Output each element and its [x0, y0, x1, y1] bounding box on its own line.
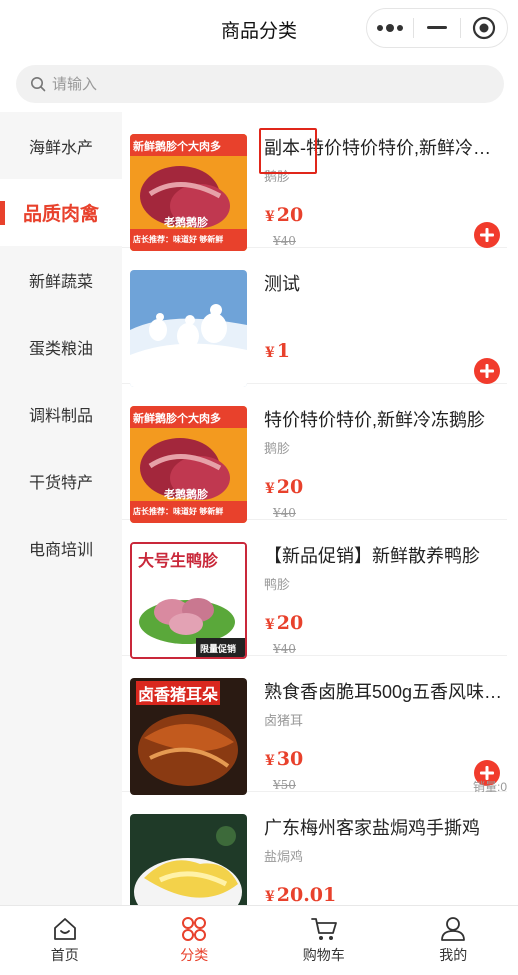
category-label: 电商培训 — [28, 541, 93, 559]
image-caption: 老鹅鹅胗 — [164, 489, 208, 501]
product-image: 新鲜鹅胗个大肉多 老鹅鹅胗 店长推荐：味道好 够新鲜 — [130, 134, 247, 251]
close-button[interactable] — [461, 9, 507, 47]
bottom-tab-bar: 首页 分类 购物车 我的 — [0, 905, 518, 975]
product-price: ¥20 — [265, 204, 303, 226]
price-value: 1 — [276, 340, 290, 362]
image-caption: 新鲜鹅胗个大肉多 — [133, 141, 221, 153]
category-label: 海鲜水产 — [28, 139, 93, 157]
product-subtitle: 鹅胗 — [264, 441, 291, 456]
add-to-cart-button[interactable] — [474, 222, 500, 248]
mini-program-capsule — [366, 8, 508, 48]
tab-category[interactable]: 分类 — [130, 906, 260, 975]
user-icon — [441, 917, 466, 941]
currency-symbol: ¥ — [265, 753, 275, 769]
tab-home[interactable]: 首页 — [0, 906, 130, 975]
search-input[interactable] — [52, 75, 432, 93]
product-name: 广东梅州客家盐焗鸡手撕鸡 — [264, 818, 480, 838]
original-price: ¥40 — [273, 642, 296, 656]
home-icon — [53, 918, 76, 940]
category-label: 调料制品 — [28, 407, 93, 425]
product-image: 卤香猪耳朵 — [130, 678, 247, 795]
category-label: 干货特产 — [28, 474, 93, 492]
tab-cart[interactable]: 购物车 — [259, 906, 389, 975]
image-caption: 店长推荐：味道好 够新鲜 — [133, 235, 224, 244]
category-item-seafood[interactable]: 海鲜水产 — [0, 112, 122, 179]
product-price: ¥20 — [265, 476, 303, 498]
product-price: ¥30 — [265, 748, 303, 770]
more-dots-icon — [377, 24, 403, 32]
category-sidebar: 海鲜水产 品质肉禽 新鲜蔬菜 蛋类粮油 调料制品 干货特产 电商培训 — [0, 112, 122, 905]
search-bar — [0, 56, 518, 112]
product-item[interactable]: 大号生鸭胗 限量促销 【新品促销】新鲜散养鸭胗 鸭胗 ¥20 ¥40 — [122, 520, 507, 659]
tab-label: 分类 — [180, 947, 209, 963]
snow-birds-photo — [130, 270, 247, 387]
tab-label: 我的 — [439, 947, 468, 963]
original-price: ¥40 — [273, 506, 296, 520]
product-subtitle: 鸭胗 — [264, 577, 291, 592]
tab-label: 购物车 — [302, 947, 345, 963]
currency-symbol: ¥ — [265, 209, 275, 225]
image-badge: 限量促销 — [200, 644, 237, 654]
product-item[interactable]: 新鲜鹅胗个大肉多 老鹅鹅胗 店长推荐：味道好 够新鲜 特价特价特价,新鲜冷冻鹅胗… — [122, 384, 507, 523]
product-name: 特价特价特价,新鲜冷冻鹅胗 — [264, 410, 485, 430]
category-item-ecommerce-training[interactable]: 电商培训 — [0, 514, 122, 581]
category-label: 蛋类粮油 — [28, 340, 93, 358]
product-name: 测试 — [264, 274, 300, 294]
search-box[interactable] — [16, 65, 504, 103]
product-item[interactable]: 卤香猪耳朵 熟食香卤脆耳500g五香风味猪耳朵 卤猪耳 ¥30 ¥50 销量:0 — [122, 656, 507, 795]
product-item[interactable]: 测试 ¥1 — [122, 248, 507, 387]
price-value: 20 — [276, 204, 304, 226]
product-image: 大号生鸭胗 限量促销 — [130, 542, 247, 659]
add-to-cart-button[interactable] — [474, 358, 500, 384]
category-item-dried-goods[interactable]: 干货特产 — [0, 447, 122, 514]
price-value: 20.01 — [276, 884, 337, 905]
price-value: 30 — [276, 748, 304, 770]
currency-symbol: ¥ — [265, 345, 275, 361]
original-price: ¥50 — [273, 778, 296, 792]
more-button[interactable] — [367, 9, 413, 47]
product-subtitle: 卤猪耳 — [264, 713, 304, 728]
cart-icon — [310, 918, 337, 940]
target-close-icon — [472, 16, 496, 40]
category-item-seasoning[interactable]: 调料制品 — [0, 380, 122, 447]
category-grid-icon — [182, 917, 207, 941]
category-label: 新鲜蔬菜 — [28, 273, 93, 291]
category-label: 品质肉禽 — [22, 204, 99, 225]
tab-label: 首页 — [50, 947, 79, 963]
product-image — [130, 814, 247, 905]
image-caption: 卤香猪耳朵 — [136, 681, 221, 705]
image-caption: 新鲜鹅胗个大肉多 — [133, 413, 221, 425]
tab-profile[interactable]: 我的 — [389, 906, 518, 975]
image-caption: 店长推荐：味道好 够新鲜 — [133, 507, 224, 516]
product-image: 新鲜鹅胗个大肉多 老鹅鹅胗 店长推荐：味道好 够新鲜 — [130, 406, 247, 523]
nav-bar: 商品分类 — [0, 0, 518, 56]
product-price: ¥20.01 — [265, 884, 336, 905]
product-name: 熟食香卤脆耳500g五香风味猪耳朵 — [264, 682, 504, 702]
price-value: 20 — [276, 612, 304, 634]
search-icon — [31, 77, 46, 92]
product-price: ¥20 — [265, 612, 303, 634]
category-item-meat-poultry[interactable]: 品质肉禽 — [0, 179, 122, 246]
product-image — [130, 270, 247, 387]
product-item[interactable]: 新鲜鹅胗个大肉多 老鹅鹅胗 店长推荐：味道好 够新鲜 副本-特价特价特价,新鲜冷… — [122, 112, 507, 251]
category-item-vegetables[interactable]: 新鲜蔬菜 — [0, 246, 122, 313]
highlight-box — [259, 128, 317, 174]
image-caption: 大号生鸭胗 — [138, 553, 219, 570]
product-name: 【新品促销】新鲜散养鸭胗 — [264, 546, 480, 566]
product-item[interactable]: 广东梅州客家盐焗鸡手撕鸡 盐焗鸡 ¥20.01 — [122, 792, 507, 905]
category-item-eggs-grain-oil[interactable]: 蛋类粮油 — [0, 313, 122, 380]
image-caption: 老鹅鹅胗 — [164, 217, 208, 229]
currency-symbol: ¥ — [265, 617, 275, 633]
product-subtitle: 盐焗鸡 — [264, 849, 304, 864]
product-price: ¥1 — [265, 340, 290, 362]
original-price: ¥40 — [273, 234, 296, 248]
salt-baked-chicken-photo — [130, 814, 247, 905]
minimize-icon — [427, 26, 447, 29]
currency-symbol: ¥ — [265, 481, 275, 497]
currency-symbol: ¥ — [265, 889, 275, 905]
product-list: 新鲜鹅胗个大肉多 老鹅鹅胗 店长推荐：味道好 够新鲜 副本-特价特价特价,新鲜冷… — [122, 112, 518, 905]
minimize-button[interactable] — [414, 9, 460, 47]
price-value: 20 — [276, 476, 304, 498]
